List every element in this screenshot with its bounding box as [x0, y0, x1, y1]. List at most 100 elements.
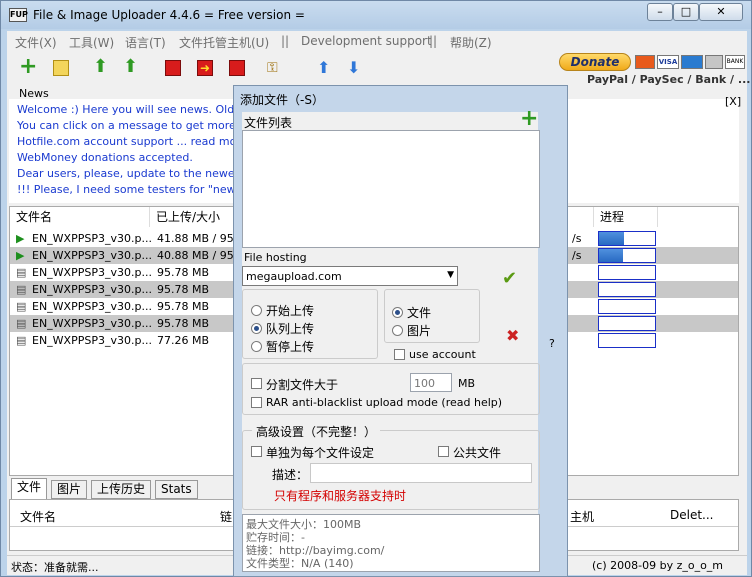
use-account-checkbox[interactable] [394, 349, 405, 360]
visa-card: VISA [657, 55, 679, 69]
tab-upload-history[interactable]: 上传历史 [91, 480, 152, 499]
menu-hosts[interactable]: 文件托管主机(U) [179, 34, 269, 51]
donate-button[interactable]: Donate [559, 53, 631, 71]
tab-files[interactable]: 文件 [11, 478, 48, 499]
menu-help[interactable]: 帮助(Z) [450, 34, 492, 51]
column-header-progress[interactable]: 进程 [594, 207, 658, 227]
file-list-label: 文件列表 [244, 116, 293, 130]
menu-separator: || [429, 34, 438, 48]
status-text: 状态：准备就需... [11, 561, 99, 574]
news-item[interactable]: Hotfile.com account support ... read mor… [17, 135, 251, 148]
play-icon: ▶ [16, 249, 25, 262]
column-header-link[interactable]: 链 [220, 508, 232, 525]
row-filename: EN_WXPPSP3_v30.p... [32, 317, 152, 330]
column-header-host[interactable]: 主机 [570, 508, 594, 525]
radio-queue-upload[interactable] [251, 323, 262, 334]
split-size-input[interactable]: 100 [410, 373, 452, 392]
help-question[interactable]: ? [549, 337, 555, 350]
add-file-icon[interactable]: + [19, 56, 37, 78]
bank-card: BANK [725, 55, 745, 69]
news-close-button[interactable]: [X] [725, 95, 741, 108]
close-button[interactable]: ✕ [699, 3, 743, 21]
queued-file-icon: ▤ [16, 317, 27, 330]
add-file-icon[interactable]: + [520, 108, 538, 130]
use-account-label: use account [409, 348, 476, 361]
news-item[interactable]: Welcome :) Here you will see news. Old m… [17, 103, 267, 116]
radio-file[interactable] [392, 307, 403, 318]
row-uploaded-size: 95.78 MB [157, 283, 210, 296]
confirm-check-icon[interactable]: ✔ [502, 268, 517, 289]
app-logo-icon: FUP [9, 8, 28, 22]
toolbar: + ⬆ ⬆ ➜ ⚿ ⬆ ⬇ Donate VISA BANK PayPal / … [7, 51, 750, 89]
upload-up-icon[interactable]: ⬆ [93, 58, 109, 76]
column-header-filename[interactable]: 文件名 [20, 508, 56, 525]
menu-language[interactable]: 语言(T) [125, 34, 166, 51]
row-uploaded-size: 95.78 MB [157, 266, 210, 279]
news-item[interactable]: You can click on a message to get more i… [17, 119, 263, 132]
description-input[interactable] [310, 463, 532, 483]
queued-file-icon: ▤ [16, 283, 27, 296]
per-file-checkbox[interactable] [251, 446, 262, 457]
menu-development-support[interactable]: Development support [301, 34, 432, 48]
news-label: News [19, 87, 49, 100]
play-icon: ▶ [16, 232, 25, 245]
radio-start-upload-label: 开始上传 [266, 304, 315, 318]
info-file-types: 文件类型：N/A (140) [246, 557, 354, 570]
row-filename: EN_WXPPSP3_v30.p... [32, 232, 152, 245]
progress-fill [599, 232, 625, 245]
remove-icon[interactable]: ✖ [506, 326, 519, 345]
radio-file-label: 文件 [407, 306, 432, 320]
row-filename: EN_WXPPSP3_v30.p... [32, 283, 152, 296]
progress-fill [599, 249, 624, 262]
add-folder-icon[interactable] [53, 60, 69, 76]
split-checkbox[interactable] [251, 378, 262, 389]
file-hosting-label: File hosting [244, 251, 307, 264]
row-uploaded-size: 95.78 MB [157, 300, 210, 313]
queued-file-icon: ▤ [16, 300, 27, 313]
move-icon[interactable]: ➜ [197, 60, 213, 76]
queued-file-icon: ▤ [16, 266, 27, 279]
maximize-button[interactable]: □ [673, 3, 699, 21]
row-filename: EN_WXPPSP3_v30.p... [32, 249, 152, 262]
news-item[interactable]: !!! Please, I need some testers for "new… [17, 183, 269, 196]
stop-all-icon[interactable] [229, 60, 245, 76]
stop-one-icon[interactable] [165, 60, 181, 76]
key-icon[interactable]: ⚿ [267, 60, 283, 76]
split-unit: MB [458, 377, 476, 390]
menu-tools[interactable]: 工具(W) [69, 34, 114, 51]
upload-all-icon[interactable]: ⬆ [123, 58, 139, 76]
minimize-button[interactable]: – [647, 3, 673, 21]
add-file-dialog: 添加文件（-S） 文件列表 + File hosting megaupload.… [233, 85, 568, 577]
news-item[interactable]: Dear users, please, update to the newest… [17, 167, 266, 180]
radio-pause-upload-label: 暂停上传 [266, 340, 315, 354]
menu-file[interactable]: 文件(X) [15, 34, 57, 51]
row-filename: EN_WXPPSP3_v30.p... [32, 266, 152, 279]
progress-bar [598, 333, 656, 348]
file-hosting-value: megaupload.com [246, 270, 342, 283]
progress-bar [598, 316, 656, 331]
row-uploaded-size: 77.26 MB [157, 334, 210, 347]
news-item[interactable]: WebMoney donations accepted. [17, 151, 193, 164]
rar-checkbox[interactable] [251, 397, 262, 408]
title-bar: FUP File & Image Uploader 4.4.6 = Free v… [1, 1, 751, 29]
radio-queue-upload-label: 队列上传 [266, 322, 315, 336]
row-uploaded-size: 95.78 MB [157, 317, 210, 330]
radio-image[interactable] [392, 325, 403, 336]
move-up-icon[interactable]: ⬆ [317, 60, 333, 76]
radio-pause-upload[interactable] [251, 341, 262, 352]
chevron-down-icon: ▼ [447, 270, 454, 280]
progress-bar [598, 248, 656, 263]
tab-stats[interactable]: Stats [155, 480, 198, 499]
file-list-box[interactable] [242, 130, 540, 248]
tab-images[interactable]: 图片 [51, 480, 88, 499]
move-down-icon[interactable]: ⬇ [347, 60, 363, 76]
rar-label: RAR anti-blacklist upload mode (read hel… [266, 396, 503, 409]
file-hosting-select[interactable]: megaupload.com ▼ [242, 266, 458, 286]
column-header-delete[interactable]: Delet... [670, 508, 714, 522]
per-file-label: 单独为每个文件设定 [266, 446, 375, 460]
column-header-filename[interactable]: 文件名 [10, 207, 150, 227]
public-file-checkbox[interactable] [438, 446, 449, 457]
advanced-title: 高级设置（不完整！） [252, 423, 381, 440]
progress-bar [598, 231, 656, 246]
radio-start-upload[interactable] [251, 305, 262, 316]
